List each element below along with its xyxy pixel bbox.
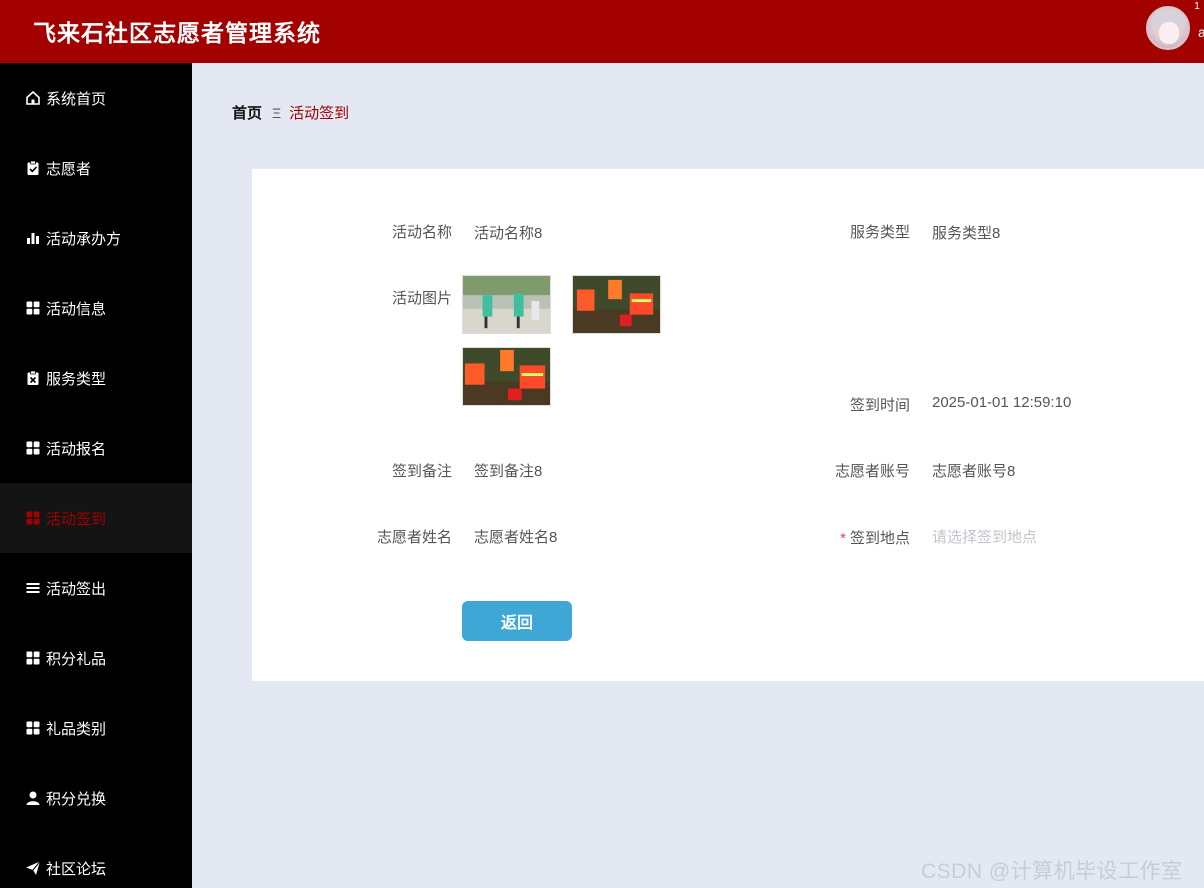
volunteer-name-label: 志愿者姓名 [376,529,452,546]
activity-image-thumbnail[interactable] [572,275,661,334]
breadcrumb-home[interactable]: 首页 [232,102,262,123]
checkin-note-label: 签到备注 [391,463,452,480]
required-mark: * [840,530,846,547]
sidebar-item-label: 活动信息 [46,300,107,318]
sidebar-item-service-types[interactable]: 服务类型 [0,343,192,413]
watermark: CSDN @计算机毕设工作室 [921,860,1183,883]
list-icon [25,580,41,596]
notification-badge: 1 [1190,0,1204,14]
sidebar-item-activity-checkin[interactable]: 活动签到 [0,483,192,553]
sidebar-item-points-gifts[interactable]: 积分礼品 [0,623,192,693]
volunteer-name-value: 志愿者姓名8 [474,529,558,546]
activity-images-label: 活动图片 [391,290,452,307]
sidebar-item-label: 礼品类别 [46,720,107,738]
user-icon [25,790,41,806]
sidebar-item-organizers[interactable]: 活动承办方 [0,203,192,273]
sidebar-item-label: 活动签到 [46,510,107,528]
breadcrumb-current: 活动签到 [289,105,350,122]
grid-icon [25,720,41,736]
sidebar-item-label: 活动签出 [46,580,107,598]
back-button[interactable]: 返回 [462,601,572,641]
sidebar-item-activity-info[interactable]: 活动信息 [0,273,192,343]
sidebar-item-label: 志愿者 [46,160,92,178]
checkin-time-label: 签到时间 [849,397,910,414]
sidebar-item-home[interactable]: 系统首页 [0,63,192,133]
checkin-location-label: * 签到地点 [790,527,910,548]
activity-image-thumbnail[interactable] [462,347,551,406]
sidebar: 系统首页 志愿者 活动承办方 活动信息 服务类型 活动报名 活动签到 活动签出 … [0,63,192,888]
bar-chart-icon [25,230,41,246]
checkin-note-value: 签到备注8 [474,463,543,480]
grid-icon [25,300,41,316]
clipboard-check-icon [25,160,41,176]
sidebar-item-label: 系统首页 [46,90,107,108]
checkin-location-select[interactable]: 请选择签到地点 [932,526,1037,547]
sidebar-item-label: 活动报名 [46,440,107,458]
sidebar-item-activity-signup[interactable]: 活动报名 [0,413,192,483]
grid-icon [25,510,41,526]
sidebar-item-activity-checkout[interactable]: 活动签出 [0,553,192,623]
grid-icon [25,650,41,666]
sidebar-item-label: 活动承办方 [46,230,122,248]
volunteer-account-label: 志愿者账号 [834,463,910,480]
checkin-location-label-text: 签到地点 [849,530,910,547]
sidebar-item-gift-categories[interactable]: 礼品类别 [0,693,192,763]
sidebar-item-volunteers[interactable]: 志愿者 [0,133,192,203]
activity-name-label: 活动名称 [391,224,452,241]
sidebar-item-label: 积分兑换 [46,790,107,808]
sidebar-item-points-exchange[interactable]: 积分兑换 [0,763,192,833]
service-type-value: 服务类型8 [932,225,1001,242]
user-avatar[interactable] [1146,6,1190,50]
sidebar-item-label: 社区论坛 [46,860,107,878]
sidebar-item-community-forum[interactable]: 社区论坛 [0,833,192,888]
clipboard-x-icon [25,370,41,386]
sidebar-item-label: 服务类型 [46,370,107,388]
sidebar-item-label: 积分礼品 [46,650,107,668]
grid-icon [25,440,41,456]
top-header: 飞来石社区志愿者管理系统 a 1 [0,0,1204,63]
home-icon [25,90,41,106]
checkin-time-value: 2025-01-01 12:59:10 [932,394,1072,411]
activity-image-thumbnail[interactable] [462,275,551,334]
username-label[interactable]: a [1198,24,1204,40]
breadcrumb: 首页 Ξ 活动签到 [232,102,349,123]
app-title: 飞来石社区志愿者管理系统 [33,20,321,46]
breadcrumb-separator: Ξ [272,104,282,121]
send-icon [25,860,41,876]
detail-card [252,169,1204,681]
volunteer-account-value: 志愿者账号8 [932,463,1016,480]
service-type-label: 服务类型 [849,224,910,241]
activity-name-value: 活动名称8 [474,225,543,242]
avatar-face [1159,22,1179,44]
